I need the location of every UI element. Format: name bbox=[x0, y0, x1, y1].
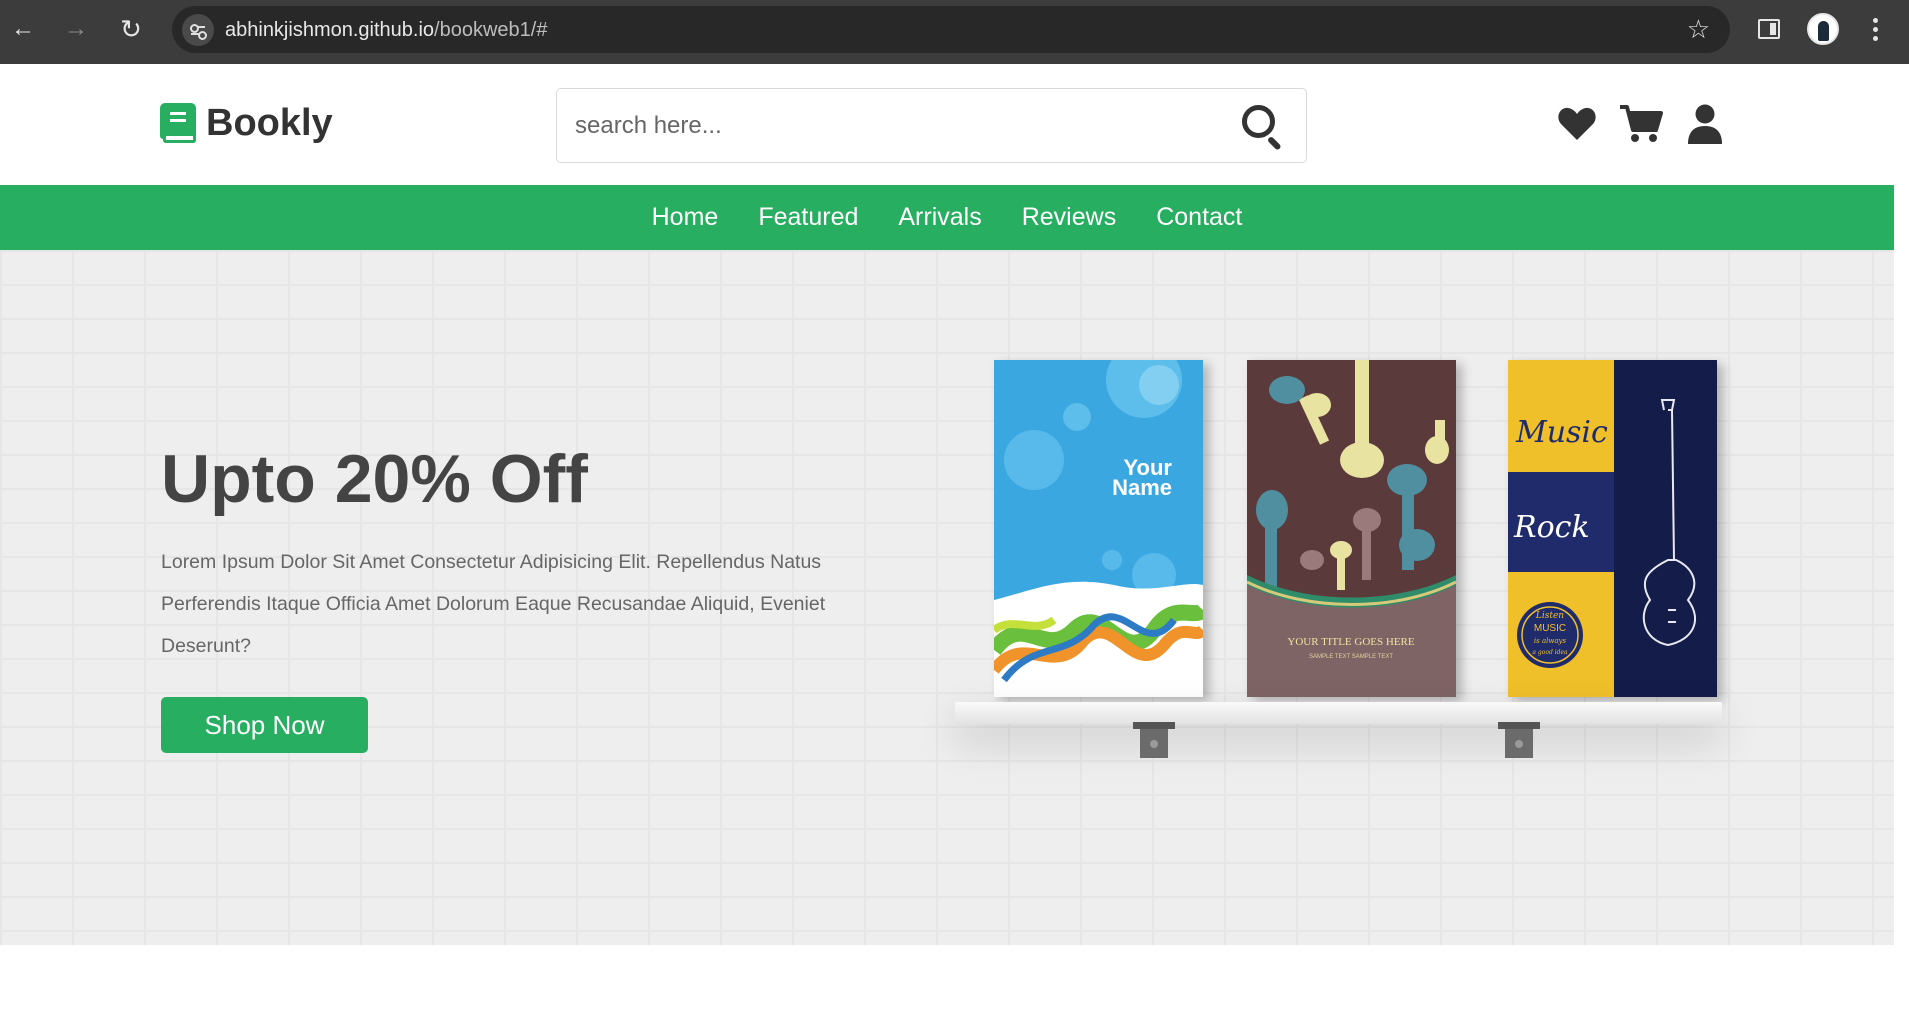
nav-arrivals[interactable]: Arrivals bbox=[898, 203, 981, 232]
nav-contact[interactable]: Contact bbox=[1156, 203, 1242, 232]
search-icon[interactable] bbox=[1242, 105, 1284, 151]
search-form bbox=[556, 88, 1307, 163]
shelf bbox=[955, 702, 1722, 724]
reload-icon[interactable]: ↻ bbox=[118, 14, 144, 44]
address-bar[interactable]: abhinkjishmon.github.io/bookweb1/# ☆ bbox=[172, 6, 1730, 53]
hero-title: Upto 20% Off bbox=[161, 441, 588, 517]
profile-avatar[interactable] bbox=[1807, 13, 1839, 45]
logo-link[interactable]: Bookly bbox=[160, 102, 333, 145]
hero-content: Upto 20% Off Lorem Ipsum Dolor Sit Amet … bbox=[161, 445, 901, 753]
cart-icon[interactable] bbox=[1619, 102, 1663, 146]
nav-home[interactable]: Home bbox=[652, 203, 719, 232]
shelf-bracket-right bbox=[1498, 722, 1540, 758]
book2-subtitle: SAMPLE TEXT SAMPLE TEXT bbox=[1309, 654, 1393, 660]
book3-badge-line1: Listen bbox=[1535, 611, 1564, 621]
search-input[interactable] bbox=[575, 107, 1215, 145]
browser-toolbar: ← → ↻ abhinkjishmon.github.io/bookweb1/#… bbox=[0, 0, 1909, 64]
book2-title: YOUR TITLE GOES HERE bbox=[1287, 636, 1414, 648]
book3-word-rock: Rock bbox=[1513, 510, 1590, 545]
url-text[interactable]: abhinkjishmon.github.io/bookweb1/# bbox=[225, 19, 547, 42]
logo-text: Bookly bbox=[206, 102, 333, 144]
book3-badge-line2: MUSIC bbox=[1534, 623, 1566, 634]
books-shelf-image: Your Name YOUR TITLE GOES HERE SAMPLE TE… bbox=[955, 360, 1725, 860]
side-panel-icon[interactable] bbox=[1758, 19, 1780, 39]
menu-kebab-icon[interactable] bbox=[1873, 18, 1879, 42]
nav-featured[interactable]: Featured bbox=[758, 203, 858, 232]
book3-word-music: Music bbox=[1515, 415, 1608, 450]
user-icon[interactable] bbox=[1683, 102, 1727, 146]
book3-badge-line4: a good idea bbox=[1532, 649, 1568, 656]
book-cover-music[interactable]: Music Rock Listen MUSIC is always a good… bbox=[1508, 360, 1717, 697]
book-logo-icon bbox=[160, 102, 196, 145]
book-cover-hands[interactable]: YOUR TITLE GOES HERE SAMPLE TEXT SAMPLE … bbox=[1247, 360, 1456, 697]
main-nav: Home Featured Arrivals Reviews Contact bbox=[0, 185, 1894, 250]
forward-icon[interactable]: → bbox=[63, 14, 89, 44]
hero-section: Upto 20% Off Lorem Ipsum Dolor Sit Amet … bbox=[0, 250, 1894, 945]
back-icon[interactable]: ← bbox=[10, 14, 36, 44]
nav-reviews[interactable]: Reviews bbox=[1022, 203, 1116, 232]
header-icons bbox=[1555, 102, 1727, 146]
bookmark-star-icon[interactable]: ☆ bbox=[1687, 14, 1710, 44]
shop-now-button[interactable]: Shop Now bbox=[161, 697, 368, 753]
hero-description: Lorem Ipsum Dolor Sit Amet Consectetur A… bbox=[161, 551, 826, 657]
heart-icon[interactable] bbox=[1555, 102, 1599, 146]
shelf-bracket-left bbox=[1133, 722, 1175, 758]
book1-title-line2: Name bbox=[1112, 475, 1172, 500]
site-header: Bookly bbox=[0, 64, 1894, 185]
book-cover-your-name[interactable]: Your Name bbox=[994, 360, 1203, 697]
book3-badge-line3: is always bbox=[1534, 637, 1567, 645]
site-settings-icon[interactable] bbox=[182, 14, 214, 46]
